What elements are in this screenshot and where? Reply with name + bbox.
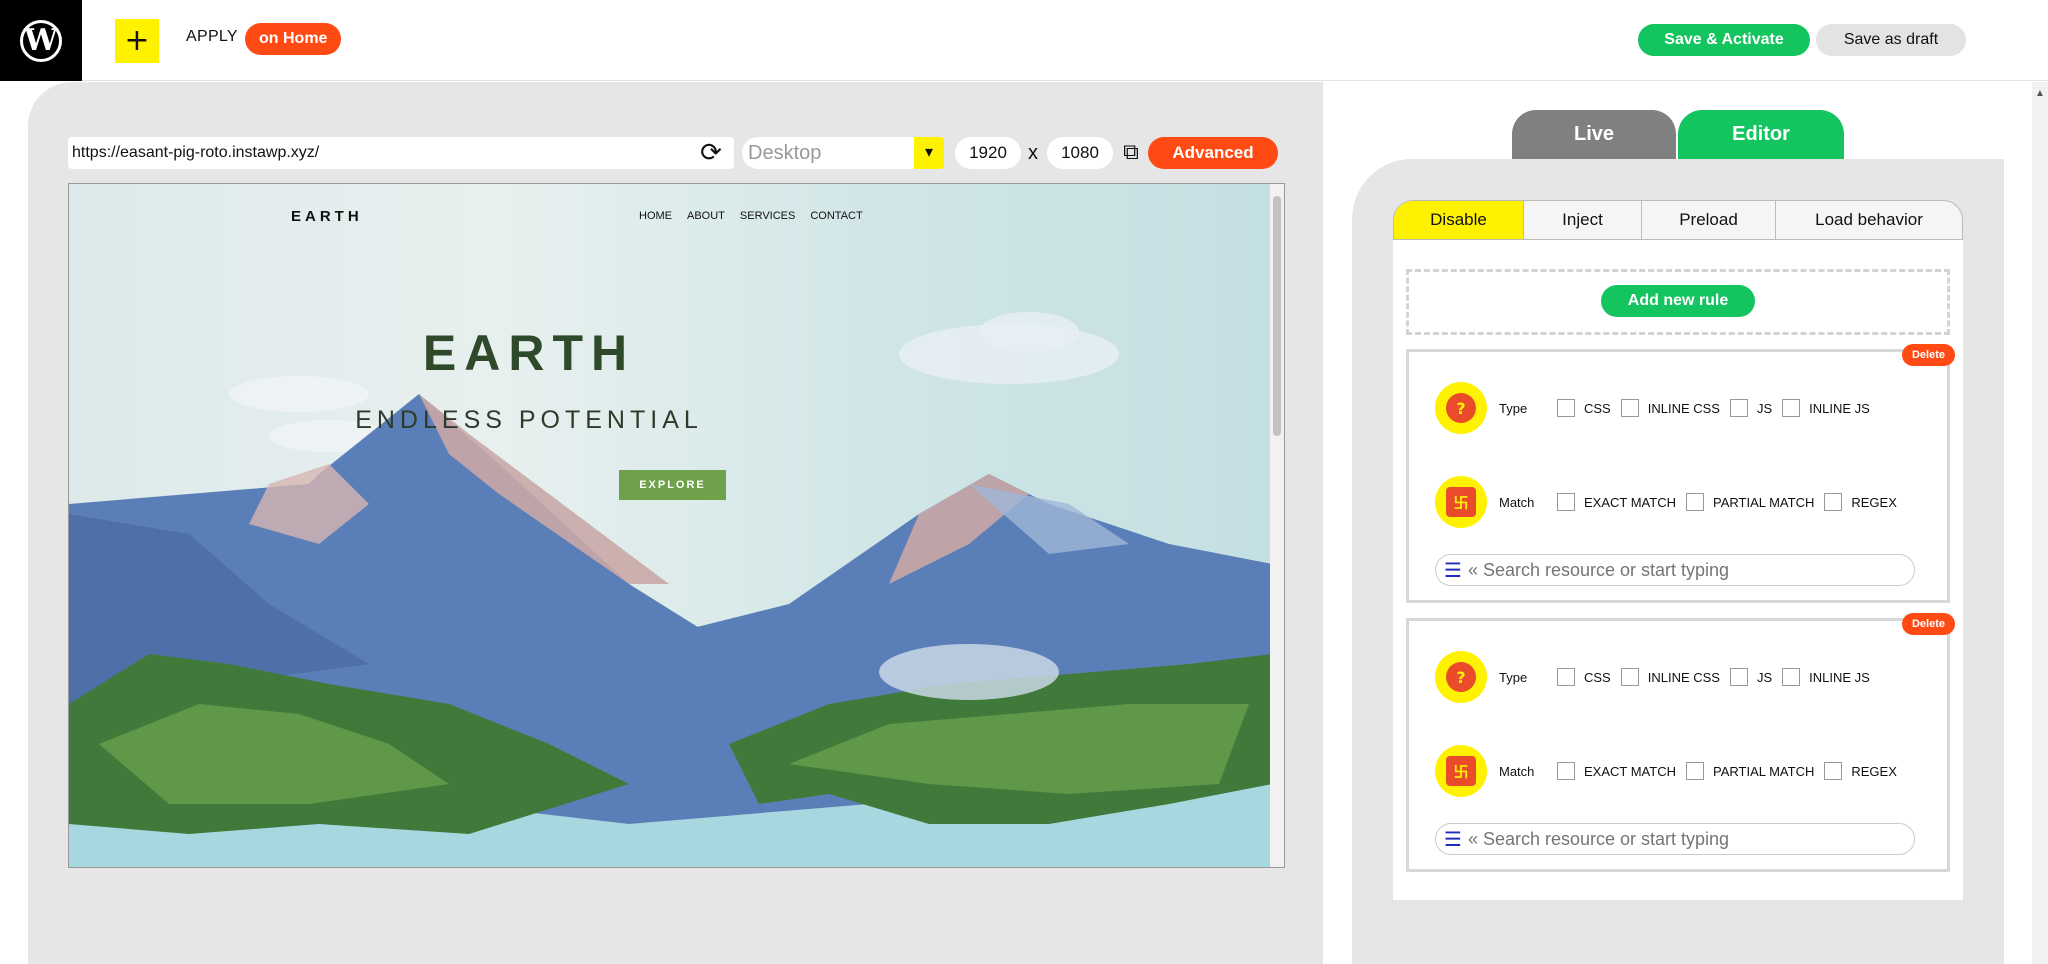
resource-search: ☰ [1435, 823, 1915, 855]
match-exact-checkbox[interactable] [1557, 762, 1575, 780]
match-partial-checkbox[interactable] [1685, 762, 1704, 780]
type-inline-css-checkbox[interactable] [1620, 668, 1639, 686]
wordpress-icon: W [20, 19, 62, 62]
resource-search-input[interactable] [1467, 828, 1888, 850]
match-partial-checkbox[interactable] [1685, 493, 1704, 511]
subtab-inject[interactable]: Inject [1524, 201, 1642, 239]
match-partial-label: PARTIAL MATCH [1712, 494, 1815, 510]
tab-live[interactable]: Live [1512, 110, 1676, 160]
site-nav-home[interactable]: HOME [639, 210, 672, 222]
width-field[interactable]: 1920 [955, 137, 1021, 169]
type-js-checkbox[interactable] [1729, 399, 1748, 417]
type-label: Type [1499, 400, 1528, 416]
match-exact-label: EXACT MATCH [1584, 494, 1676, 510]
type-icon: ? [1435, 651, 1487, 703]
add-button[interactable]: + [115, 19, 159, 63]
delete-rule-button[interactable]: Delete [1901, 344, 1955, 366]
type-inline-js-label: INLINE JS [1809, 400, 1870, 416]
scroll-up-icon[interactable]: ▲ [2035, 88, 2045, 99]
site-hero-subtitle: ENDLESS POTENTIAL [355, 406, 703, 434]
subtab-disable[interactable]: Disable [1394, 201, 1524, 239]
save-draft-button[interactable]: Save as draft [1816, 24, 1966, 56]
editor-subtabs: Disable Inject Preload Load behavior [1393, 200, 1963, 240]
preview-scrollbar[interactable] [1270, 184, 1284, 867]
resource-search: ☰ [1435, 554, 1915, 586]
type-label: Type [1499, 669, 1528, 685]
site-nav-about[interactable]: ABOUT [687, 210, 725, 222]
match-regex-checkbox[interactable] [1824, 493, 1843, 511]
reload-icon[interactable]: ⟳ [697, 139, 725, 167]
site-explore-button[interactable]: EXPLORE [619, 470, 726, 500]
page-scrollbar[interactable]: ▲ [2032, 82, 2048, 964]
match-icon: 卐 [1435, 745, 1487, 797]
subtab-load-behavior[interactable]: Load behavior [1776, 201, 1962, 239]
match-exact-checkbox[interactable] [1557, 493, 1575, 511]
external-link-icon[interactable]: ⧉ [1118, 139, 1144, 167]
site-hero-title: EARTH [422, 325, 636, 381]
list-icon: ☰ [1444, 558, 1462, 582]
rule-card: Delete ? Type CSS INLINE CSS JS INLINE J… [1406, 344, 1955, 603]
match-partial-label: PARTIAL MATCH [1712, 763, 1815, 779]
match-regex-label: REGEX [1851, 763, 1897, 779]
height-field[interactable]: 1080 [1047, 137, 1113, 169]
rule-match-row: 卐 Match EXACT MATCH PARTIAL MATCH REGEX [1435, 476, 1907, 528]
apply-label: APPLY [186, 28, 238, 45]
match-exact-label: EXACT MATCH [1584, 763, 1676, 779]
type-js-checkbox[interactable] [1729, 668, 1748, 686]
site-logo[interactable]: EARTH [291, 208, 363, 225]
type-css-checkbox[interactable] [1557, 668, 1575, 686]
top-bar: W + APPLY on Home Save & Activate Save a… [0, 0, 2048, 81]
match-label: Match [1499, 494, 1535, 510]
type-inline-css-label: INLINE CSS [1647, 400, 1720, 416]
add-new-rule-button[interactable]: Add new rule [1601, 285, 1755, 317]
rule-card: Delete ? Type CSS INLINE CSS JS INLINE J… [1406, 613, 1955, 872]
type-icon: ? [1435, 382, 1487, 434]
match-regex-label: REGEX [1851, 494, 1897, 510]
match-icon: 卐 [1435, 476, 1487, 528]
type-css-label: CSS [1584, 400, 1611, 416]
type-inline-js-checkbox[interactable] [1782, 399, 1801, 417]
scrollbar-thumb[interactable] [1273, 196, 1281, 436]
type-inline-css-label: INLINE CSS [1647, 669, 1720, 685]
subtab-preload[interactable]: Preload [1642, 201, 1776, 239]
site-nav-contact[interactable]: CONTACT [810, 210, 862, 222]
rule-type-row: ? Type CSS INLINE CSS JS INLINE JS [1435, 651, 1880, 703]
chevron-down-icon[interactable]: ▾ [914, 137, 944, 169]
match-regex-checkbox[interactable] [1824, 762, 1843, 780]
site-preview-frame[interactable]: EARTH HOME ABOUT SERVICES CONTACT EARTH … [68, 183, 1285, 868]
list-icon: ☰ [1444, 827, 1462, 851]
rule-type-row: ? Type CSS INLINE CSS JS INLINE JS [1435, 382, 1880, 434]
site-nav: HOME ABOUT SERVICES CONTACT [639, 210, 863, 222]
advanced-button[interactable]: Advanced [1148, 137, 1278, 169]
type-inline-css-checkbox[interactable] [1620, 399, 1639, 417]
tab-editor[interactable]: Editor [1678, 110, 1844, 160]
site-nav-services[interactable]: SERVICES [740, 210, 795, 222]
wordpress-logo[interactable]: W [0, 0, 82, 81]
delete-rule-button[interactable]: Delete [1901, 613, 1955, 635]
type-inline-js-label: INLINE JS [1809, 669, 1870, 685]
rule-match-row: 卐 Match EXACT MATCH PARTIAL MATCH REGEX [1435, 745, 1907, 797]
device-select-value: Desktop [748, 142, 822, 164]
type-inline-js-checkbox[interactable] [1782, 668, 1801, 686]
resource-search-input[interactable] [1467, 559, 1888, 581]
dimension-separator: x [1028, 142, 1038, 164]
type-js-label: JS [1756, 669, 1773, 685]
save-activate-button[interactable]: Save & Activate [1638, 24, 1810, 56]
url-input[interactable] [68, 137, 688, 169]
type-css-label: CSS [1584, 669, 1611, 685]
landscape-illustration [69, 312, 1272, 867]
apply-target-badge[interactable]: on Home [245, 23, 342, 55]
type-js-label: JS [1756, 400, 1773, 416]
match-label: Match [1499, 763, 1535, 779]
type-css-checkbox[interactable] [1557, 399, 1575, 417]
